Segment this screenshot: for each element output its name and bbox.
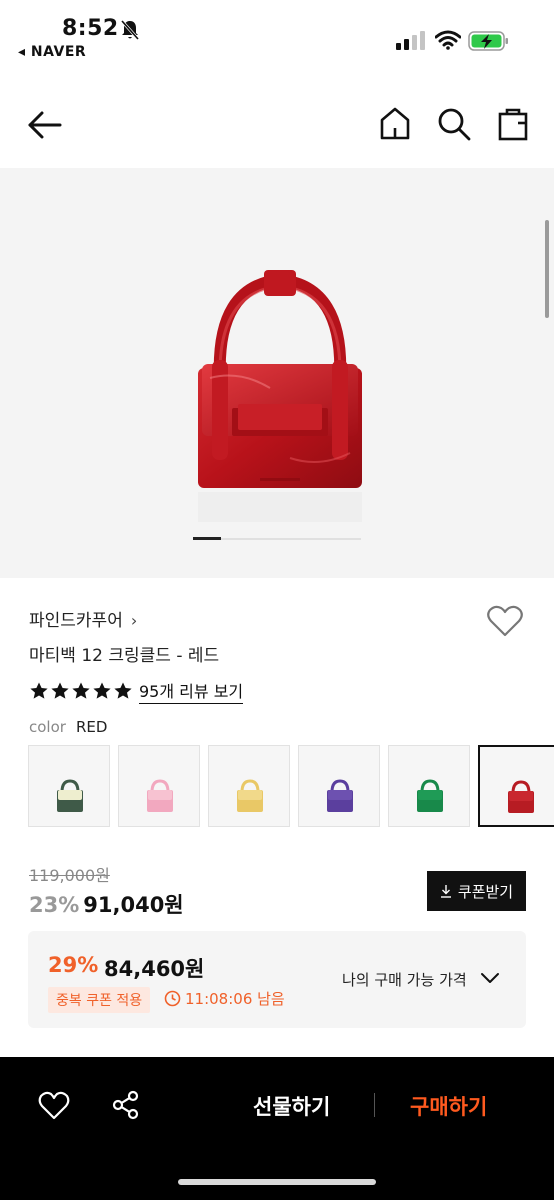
product-image-carousel[interactable] xyxy=(0,168,554,578)
back-arrow-icon[interactable] xyxy=(26,108,64,142)
color-swatch[interactable] xyxy=(388,745,470,827)
home-icon[interactable] xyxy=(378,106,412,142)
countdown-timer: 11:08:06 남음 xyxy=(164,988,285,1009)
rating-row: 95개 리뷰 보기 xyxy=(29,678,244,704)
status-time: 8:52 xyxy=(62,16,119,41)
battery-charging-icon xyxy=(468,31,508,51)
color-swatch[interactable] xyxy=(478,745,554,827)
color-swatch-list xyxy=(28,745,554,829)
rating-stars xyxy=(29,681,133,701)
swatch-bag-thumbnail xyxy=(147,779,173,812)
star-icon xyxy=(51,682,69,699)
get-coupon-button[interactable]: 쿠폰받기 xyxy=(427,871,526,911)
wishlist-heart-icon[interactable] xyxy=(38,1091,70,1121)
bell-muted-icon xyxy=(120,20,140,40)
sale-price: 91,040원 xyxy=(83,893,184,917)
top-navigation xyxy=(0,90,554,162)
my-price-box[interactable]: 29% 84,460원 중복 쿠폰 적용 11:08:06 남음 나의 구매 가… xyxy=(28,931,526,1028)
wifi-icon xyxy=(435,30,461,50)
star-icon xyxy=(114,682,132,699)
color-selector-label: color RED xyxy=(29,718,107,736)
product-name: 마티백 12 크링클드 - 레드 xyxy=(29,646,220,666)
scrollbar[interactable] xyxy=(545,220,549,318)
bottom-action-bar: 선물하기 구매하기 xyxy=(0,1057,554,1200)
status-bar: 8:52 ◂ NAVER xyxy=(0,0,554,70)
carousel-indicator-active xyxy=(193,537,221,540)
clock-icon xyxy=(164,990,181,1007)
original-price: 119,000원 xyxy=(29,866,110,885)
chevron-down-icon[interactable] xyxy=(480,971,500,985)
review-link[interactable]: 95개 리뷰 보기 xyxy=(139,678,244,704)
home-indicator xyxy=(178,1179,376,1185)
brand-link[interactable]: 파인드카푸어 › xyxy=(29,606,137,631)
brand-name: 파인드카푸어 xyxy=(29,611,123,631)
back-to-app-link[interactable]: ◂ NAVER xyxy=(18,44,86,60)
share-icon[interactable] xyxy=(112,1090,140,1120)
star-icon xyxy=(72,682,90,699)
star-icon xyxy=(30,682,48,699)
download-icon xyxy=(440,885,451,898)
star-icon xyxy=(93,682,111,699)
shopping-bag-icon[interactable] xyxy=(496,106,530,142)
product-image xyxy=(198,270,362,522)
gift-button[interactable]: 선물하기 xyxy=(253,1091,330,1121)
color-label: color xyxy=(29,718,66,736)
color-swatch[interactable] xyxy=(118,745,200,827)
wishlist-heart-icon[interactable] xyxy=(486,604,524,638)
discount-rate: 23% xyxy=(29,893,80,917)
divider xyxy=(374,1093,375,1117)
carousel-indicator xyxy=(193,537,361,540)
color-swatch[interactable] xyxy=(208,745,290,827)
search-icon[interactable] xyxy=(436,106,472,142)
color-swatch[interactable] xyxy=(28,745,110,827)
swatch-bag-thumbnail xyxy=(508,780,534,813)
swatch-bag-thumbnail xyxy=(57,779,83,812)
chevron-right-icon: › xyxy=(130,611,138,630)
swatch-bag-thumbnail xyxy=(417,779,443,812)
my-discount-rate: 29% xyxy=(48,953,99,977)
swatch-bag-thumbnail xyxy=(327,779,353,812)
cellular-signal-icon xyxy=(396,31,425,50)
countdown-text: 11:08:06 남음 xyxy=(185,990,285,1008)
swatch-bag-thumbnail xyxy=(237,779,263,812)
duplicate-coupon-badge: 중복 쿠폰 적용 xyxy=(48,987,151,1013)
price-row: 23% 91,040원 xyxy=(29,889,184,919)
my-price: 84,460원 xyxy=(104,957,205,981)
get-coupon-label: 쿠폰받기 xyxy=(457,883,514,901)
color-swatch[interactable] xyxy=(298,745,380,827)
buy-button[interactable]: 구매하기 xyxy=(410,1091,487,1121)
color-value: RED xyxy=(75,718,108,736)
my-price-label: 나의 구매 가능 가격 xyxy=(342,971,467,989)
